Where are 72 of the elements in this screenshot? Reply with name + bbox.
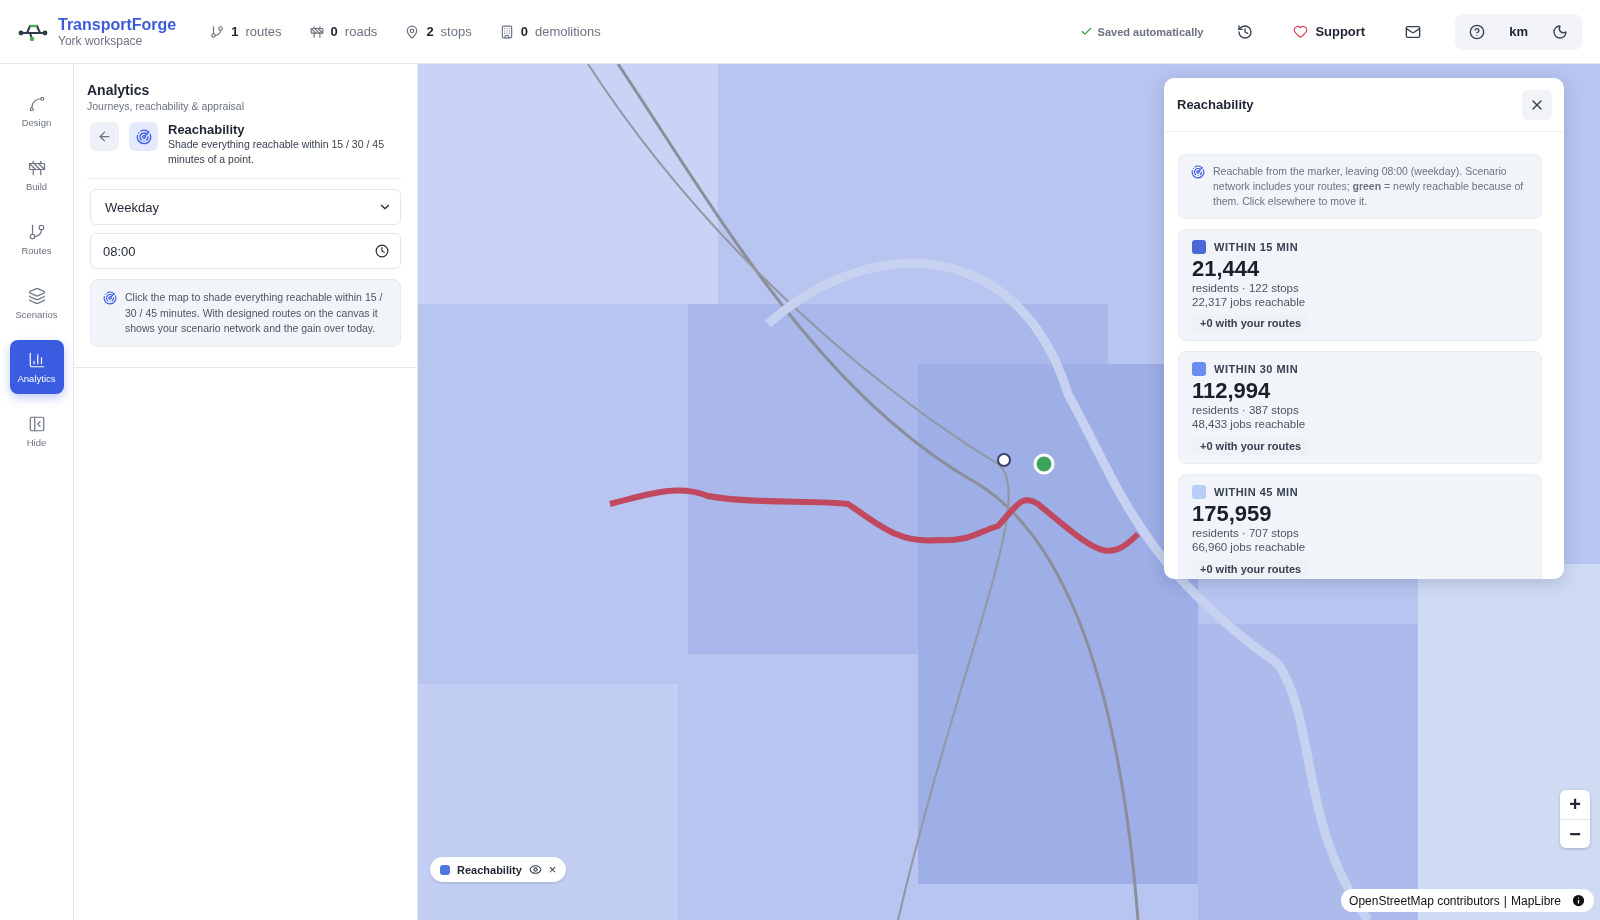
heart-icon xyxy=(1293,24,1309,39)
support-button[interactable]: Support xyxy=(1287,18,1372,45)
nav-item[interactable]: Build xyxy=(9,148,64,202)
band-stats: residents · 707 stops xyxy=(1192,526,1300,541)
back-button[interactable] xyxy=(90,122,119,151)
count-value: 2 xyxy=(426,24,434,39)
back-icon xyxy=(97,129,112,144)
barrier-icon xyxy=(27,158,46,177)
jobs-count: 66,960 jobs reachable xyxy=(1192,540,1307,555)
help-icon xyxy=(1469,23,1486,40)
check-icon xyxy=(1079,25,1093,38)
panel-title: Reachability xyxy=(1177,97,1254,112)
time-field[interactable]: 08:00 xyxy=(90,233,401,270)
note-text: Reachable from the marker, leaving 08:00 (weekday). Scenario network includes your routes; green = newly reachable because of them. Click elsewhere to move it. xyxy=(1213,164,1525,209)
jobs-count: 22,317 jobs reachable xyxy=(1192,295,1307,310)
day-select[interactable]: Weekday xyxy=(90,189,401,226)
band-label: WITHIN 15 MIN xyxy=(1214,240,1299,253)
layers-icon xyxy=(27,286,46,305)
count-label: demolitions xyxy=(534,24,601,39)
path-icon xyxy=(27,94,46,113)
app-name: TransportForge xyxy=(58,15,177,34)
pin-icon xyxy=(405,24,420,39)
eye-icon xyxy=(528,863,542,876)
band-label: WITHIN 45 MIN xyxy=(1214,485,1299,498)
radar-icon xyxy=(103,291,117,306)
nav-item[interactable]: Analytics xyxy=(9,340,64,394)
branch-icon xyxy=(210,24,225,39)
nav-item[interactable]: Design xyxy=(9,84,64,138)
save-status: Saved automatically xyxy=(1097,25,1204,38)
residents-count: 175,959 xyxy=(1192,500,1273,527)
info-icon[interactable] xyxy=(1571,893,1586,908)
residents-count: 21,444 xyxy=(1192,255,1261,282)
residents-count: 112,994 xyxy=(1192,378,1272,405)
remove-button[interactable]: × xyxy=(548,862,557,877)
clock-icon xyxy=(375,244,389,259)
band-stats: residents · 122 stops xyxy=(1192,281,1300,296)
count-value: 0 xyxy=(520,24,528,39)
count-label: roads xyxy=(344,24,378,39)
panel-title: Analytics xyxy=(87,82,151,98)
band-label: WITHIN 30 MIN xyxy=(1214,363,1299,376)
attribution-link[interactable]: MapLibre xyxy=(1510,893,1561,908)
band-stats: residents · 387 stops xyxy=(1192,404,1300,419)
barrier-icon xyxy=(309,24,324,39)
count-value: 1 xyxy=(231,24,239,39)
branch-icon xyxy=(27,222,46,241)
bar-chart-icon xyxy=(27,350,46,369)
jobs-count: 48,433 jobs reachable xyxy=(1192,418,1307,432)
radar-icon xyxy=(1191,165,1205,179)
nav-item[interactable]: Scenarios xyxy=(9,276,64,330)
close-button[interactable] xyxy=(1522,89,1552,120)
building-icon xyxy=(499,24,514,39)
mail-icon xyxy=(1405,23,1422,40)
tool-description: Shade everything reachable within 15 / 30 / 45 minutes of a point. xyxy=(168,137,385,167)
zoom-in-button[interactable]: + xyxy=(1560,790,1590,819)
workspace-name: York workspace xyxy=(58,33,144,48)
nav-item[interactable]: Hide xyxy=(9,404,64,458)
tool-title: Reachability xyxy=(168,122,246,137)
zoom-out-button[interactable]: − xyxy=(1560,819,1590,848)
attribution-link[interactable]: OpenStreetMap contributors xyxy=(1349,893,1500,908)
count-value: 0 xyxy=(330,24,338,39)
moon-icon xyxy=(1552,23,1568,40)
history-icon xyxy=(1237,23,1254,40)
count-label: routes xyxy=(245,24,282,39)
count-label: stops xyxy=(440,24,472,39)
eye-button[interactable] xyxy=(528,863,542,876)
legend-label: Reachability xyxy=(457,863,522,876)
separator: | xyxy=(1503,893,1507,908)
hint-text: Click the map to shade everything reachable within 15 / 30 / 45 minutes. With designed routes on the canvas it shows your scenario network and the gain over today. xyxy=(125,290,384,336)
radar-icon xyxy=(129,122,158,151)
collapse-panel-icon xyxy=(27,414,46,433)
nav-item[interactable]: Routes xyxy=(9,212,64,266)
panel-subtitle: Journeys, reachability & appraisal xyxy=(87,100,245,112)
